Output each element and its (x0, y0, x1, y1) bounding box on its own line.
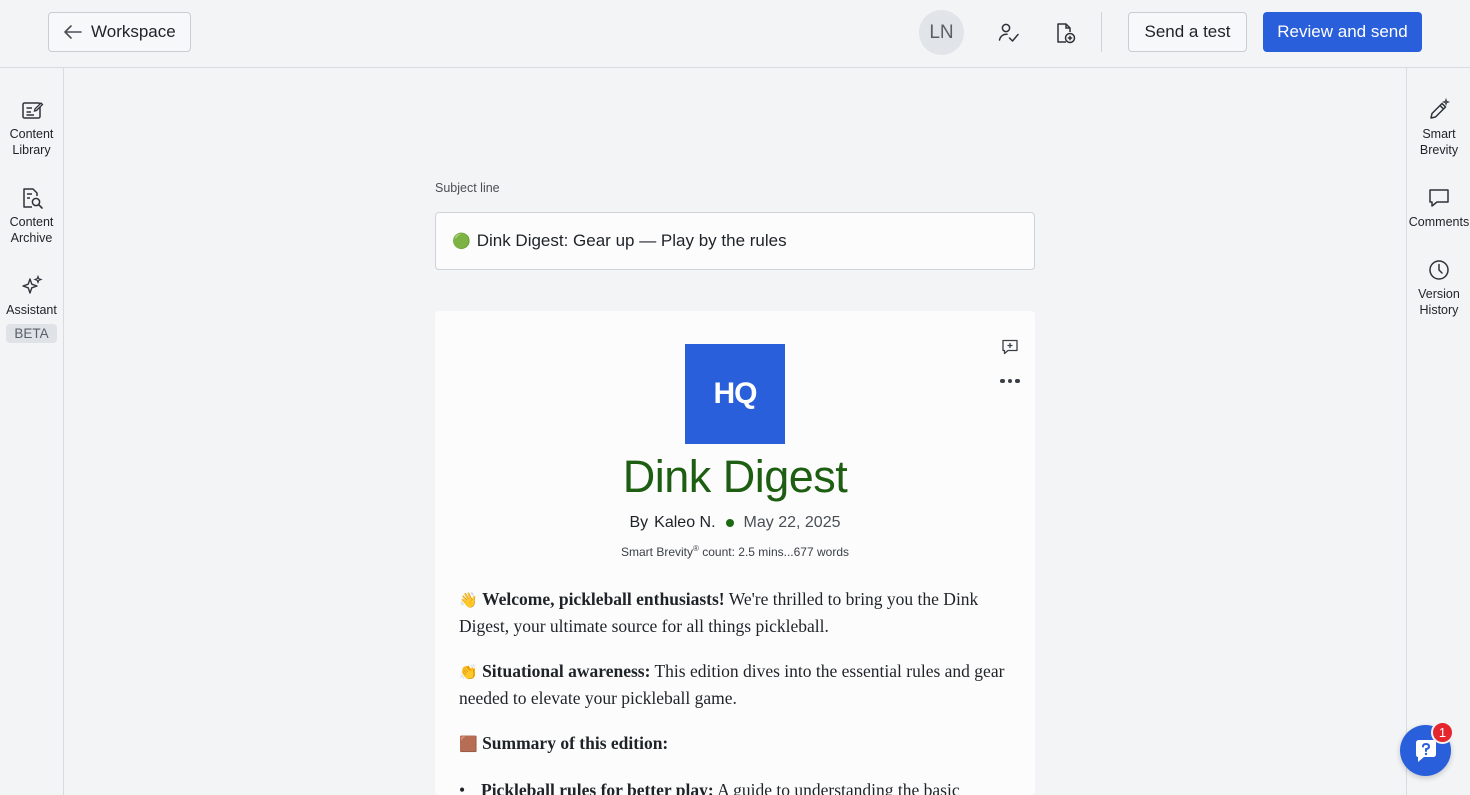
waving-hand-icon: 👋 (459, 591, 478, 609)
sidebar-item-assistant[interactable]: Assistant BETA (0, 274, 63, 343)
bullet-text: A guide to understanding the basic (713, 780, 960, 795)
hq-logo: HQ (685, 344, 785, 444)
newsletter-title: Dink Digest (622, 451, 848, 502)
edit-note-icon (21, 102, 43, 119)
paragraph-welcome[interactable]: 👋 Welcome, pickleball enthusiasts! We're… (459, 586, 1015, 639)
sidebar-item-content-library[interactable]: Content Library (0, 98, 63, 158)
subject-line-label: Subject line (435, 181, 500, 195)
top-bar: Workspace LN Send a test Review and send (0, 0, 1470, 68)
byline-dot (725, 519, 734, 527)
notification-badge: 1 (1431, 721, 1454, 744)
send-test-button[interactable]: Send a test (1128, 12, 1247, 52)
brevity-count-text: count: 2.5 mins...677 words (698, 545, 849, 559)
brevity-prefix: Smart Brevity (621, 545, 694, 559)
sidebar-item-content-archive[interactable]: Content Archive (0, 186, 63, 246)
tennis-ball-icon: 🟢 (452, 232, 471, 250)
summary-heading: Summary of this edition: (482, 733, 669, 753)
sidebar-label-content-library: Content Library (9, 127, 54, 157)
scroll-icon: 🟫 (459, 735, 478, 753)
publish-date: May 22, 2025 (743, 514, 841, 531)
byline-prefix: By (629, 514, 649, 531)
welcome-heading: Welcome, pickleball enthusiasts! (482, 589, 725, 609)
header-divider (1101, 12, 1102, 52)
comment-icon (1429, 189, 1449, 207)
more-options-icon[interactable] (999, 373, 1021, 389)
sidebar-item-comments[interactable]: Comments (1407, 186, 1470, 230)
sidebar-item-version-history[interactable]: Version History (1407, 258, 1470, 318)
sidebar-item-smart-brevity[interactable]: Smart Brevity (1407, 98, 1470, 158)
subject-line-value: Dink Digest: Gear up — Play by the rules (476, 231, 787, 250)
list-item[interactable]: Pickleball rules for better play: A guid… (459, 777, 1001, 795)
clock-icon (1429, 260, 1449, 280)
paragraph-summary[interactable]: 🟫 Summary of this edition: (459, 730, 1015, 757)
avatar[interactable]: LN (919, 10, 964, 55)
paragraph-situational-awareness[interactable]: 👏 Situational awareness: This edition di… (459, 658, 1015, 711)
bullet-heading: Pickleball rules for better play: (481, 780, 714, 795)
back-to-workspace-button[interactable]: Workspace (48, 12, 191, 52)
arrow-left-icon (64, 25, 82, 39)
smart-brevity-count: Smart Brevity® count: 2.5 mins...677 wor… (435, 544, 1035, 559)
left-sidebar: Content Library Content Archive Assistan… (0, 68, 64, 795)
right-sidebar: Smart Brevity Comments Version History (1406, 68, 1470, 795)
add-comment-icon[interactable] (1001, 338, 1019, 356)
document-search-icon (22, 188, 43, 209)
newsletter-card: HQ Dink Digest By Kaleo N. May 22, 2025 … (435, 311, 1035, 795)
byline: By Kaleo N. May 22, 2025 (435, 514, 1035, 532)
sidebar-label-content-archive: Content Archive (9, 215, 54, 245)
back-button-label: Workspace (91, 22, 176, 41)
sparkles-icon (21, 274, 43, 294)
beta-badge: BETA (6, 324, 57, 343)
pen-sparkle-icon (1430, 98, 1451, 119)
user-check-icon[interactable] (992, 16, 1026, 50)
sidebar-label-version-history: Version History (1418, 287, 1460, 317)
sidebar-label-assistant: Assistant (6, 303, 57, 317)
sidebar-label-comments: Comments (1408, 215, 1470, 229)
subject-line-input[interactable]: 🟢 Dink Digest: Gear up — Play by the rul… (435, 212, 1035, 270)
situational-heading: Situational awareness: (482, 661, 651, 681)
review-and-send-button[interactable]: Review and send (1263, 12, 1422, 52)
author-name: Kaleo N. (654, 514, 716, 531)
clapping-hands-icon: 👏 (459, 663, 478, 681)
sidebar-label-smart-brevity: Smart Brevity (1419, 127, 1459, 157)
document-add-icon[interactable] (1048, 16, 1082, 50)
